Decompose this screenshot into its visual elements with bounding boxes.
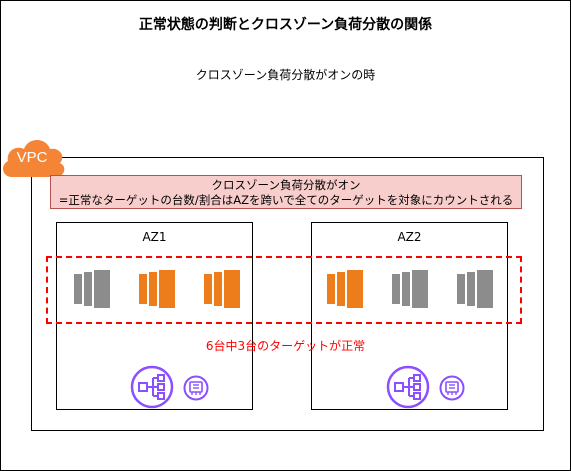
note-line-2: =正常なターゲットの台数/割合はAZを跨いで全てのターゲットを対象にカウントされ…	[58, 193, 514, 207]
healthy-count-label: 6台中3台のターゲットが正常	[205, 339, 366, 353]
az1-instance-3-icon	[204, 270, 240, 308]
elastic-load-balancer-icon	[386, 365, 430, 409]
note-line-1: クロスゾーン負荷分散がオン	[211, 178, 361, 192]
ip-address-icon	[439, 375, 465, 401]
az2-instance-2-icon	[392, 270, 428, 308]
az1-instance-2-icon	[139, 270, 175, 308]
target-group-dashed-box	[46, 256, 522, 324]
az1-label: AZ1	[142, 230, 167, 244]
az2-label: AZ2	[397, 230, 422, 244]
vpc-label: VPC	[16, 149, 48, 166]
az2-instance-1-icon	[327, 270, 363, 308]
az2-instance-3-icon	[457, 270, 493, 308]
ip-address-icon	[183, 375, 209, 401]
az1-instance-1-icon	[74, 270, 110, 308]
elastic-load-balancer-icon	[130, 365, 174, 409]
cross-zone-note: クロスゾーン負荷分散がオン =正常なターゲットの台数/割合はAZを跨いで全てのタ…	[50, 175, 522, 209]
diagram-subtitle: クロスゾーン負荷分散がオンの時	[195, 68, 376, 82]
diagram-canvas: 正常状態の判断とクロスゾーン負荷分散の関係 クロスゾーン負荷分散がオンの時 VP…	[0, 0, 571, 471]
diagram-title: 正常状態の判断とクロスゾーン負荷分散の関係	[138, 17, 433, 33]
